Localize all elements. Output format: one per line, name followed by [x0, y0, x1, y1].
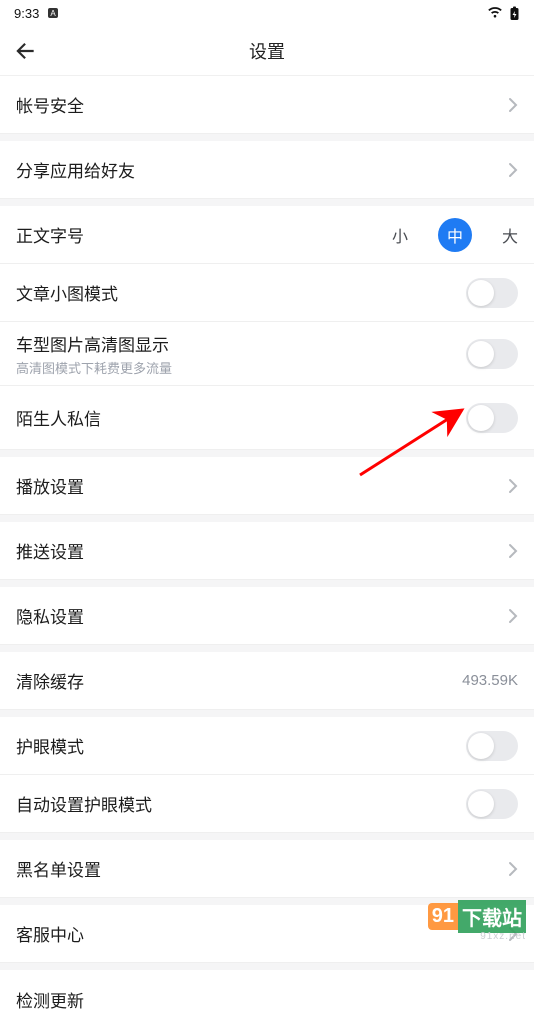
- row-label: 车型图片高清图显示: [16, 331, 172, 356]
- status-bar: 9:33 A: [0, 0, 534, 26]
- row-account-security[interactable]: 帐号安全: [0, 76, 534, 134]
- row-label: 检测更新: [16, 987, 84, 1012]
- wifi-icon: [487, 7, 503, 19]
- divider: [0, 515, 534, 522]
- row-stranger-msg: 陌生人私信: [0, 386, 534, 450]
- divider: [0, 134, 534, 141]
- toggle-stranger-msg[interactable]: [466, 403, 518, 433]
- toggle-hd-image[interactable]: [466, 339, 518, 369]
- divider: [0, 450, 534, 457]
- divider: [0, 199, 534, 206]
- nav-bar: 设置: [0, 26, 534, 76]
- row-subtitle: 高清图模式下耗费更多流量: [16, 358, 172, 377]
- row-auto-eye-mode: 自动设置护眼模式: [0, 775, 534, 833]
- row-label: 客服中心: [16, 921, 84, 946]
- row-label: 推送设置: [16, 538, 84, 563]
- row-push[interactable]: 推送设置: [0, 522, 534, 580]
- divider: [0, 645, 534, 652]
- row-label: 隐私设置: [16, 603, 84, 628]
- chevron-right-icon: [508, 543, 518, 559]
- row-label: 帐号安全: [16, 92, 84, 117]
- app-indicator-icon: A: [47, 7, 59, 19]
- row-label: 播放设置: [16, 473, 84, 498]
- row-clear-cache[interactable]: 清除缓存 493.59K: [0, 652, 534, 710]
- row-label: 护眼模式: [16, 733, 84, 758]
- divider: [0, 963, 534, 970]
- svg-text:A: A: [51, 9, 57, 18]
- chevron-right-icon: [508, 478, 518, 494]
- back-button[interactable]: [12, 38, 38, 64]
- watermark-part-a: 91: [428, 903, 458, 930]
- battery-icon: [509, 6, 520, 21]
- row-label: 黑名单设置: [16, 856, 101, 881]
- divider: [0, 710, 534, 717]
- row-eye-mode: 护眼模式: [0, 717, 534, 775]
- row-label: 正文字号: [16, 222, 84, 247]
- row-label: 文章小图模式: [16, 280, 118, 305]
- row-thumbnail-mode: 文章小图模式: [0, 264, 534, 322]
- divider: [0, 833, 534, 840]
- row-hd-image: 车型图片高清图显示 高清图模式下耗费更多流量: [0, 322, 534, 386]
- row-label: 清除缓存: [16, 668, 84, 693]
- watermark-part-b: 下载站: [458, 900, 526, 933]
- cache-size-value: 493.59K: [462, 672, 518, 689]
- font-size-large[interactable]: 大: [502, 223, 518, 247]
- toggle-thumbnail-mode[interactable]: [466, 278, 518, 308]
- row-blacklist[interactable]: 黑名单设置: [0, 840, 534, 898]
- watermark: 91 下载站 91xz.net: [428, 900, 526, 942]
- toggle-auto-eye-mode[interactable]: [466, 789, 518, 819]
- row-privacy[interactable]: 隐私设置: [0, 587, 534, 645]
- page-title: 设置: [249, 38, 285, 64]
- row-share-app[interactable]: 分享应用给好友: [0, 141, 534, 199]
- row-font-size: 正文字号 小 中 大: [0, 206, 534, 264]
- status-time: 9:33: [14, 6, 39, 21]
- row-label: 分享应用给好友: [16, 157, 135, 182]
- row-playback[interactable]: 播放设置: [0, 457, 534, 515]
- row-check-update[interactable]: 检测更新: [0, 970, 534, 1028]
- font-size-medium[interactable]: 中: [438, 218, 472, 252]
- chevron-right-icon: [508, 162, 518, 178]
- row-label: 自动设置护眼模式: [16, 791, 152, 816]
- font-size-small[interactable]: 小: [392, 223, 408, 247]
- divider: [0, 580, 534, 587]
- chevron-right-icon: [508, 608, 518, 624]
- chevron-right-icon: [508, 97, 518, 113]
- toggle-eye-mode[interactable]: [466, 731, 518, 761]
- chevron-right-icon: [508, 861, 518, 877]
- row-label: 陌生人私信: [16, 405, 101, 430]
